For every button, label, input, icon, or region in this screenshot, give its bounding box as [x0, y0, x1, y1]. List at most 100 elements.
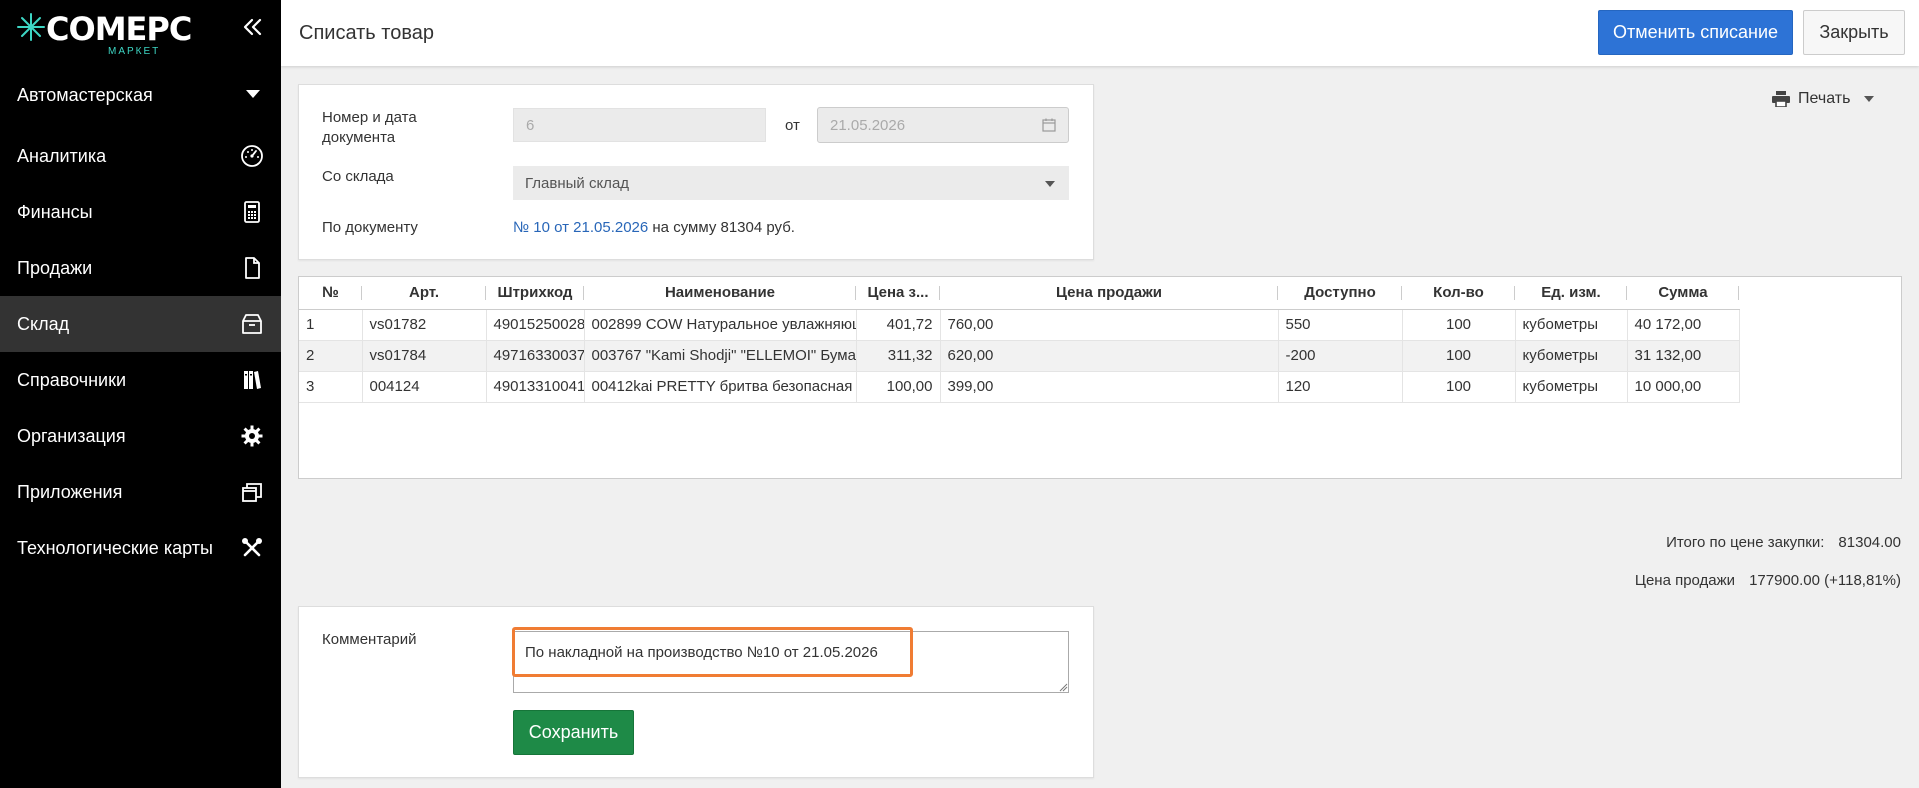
sidebar-item-label: Приложения: [17, 481, 123, 502]
table-row[interactable]: 1 vs01782 4901525002899 002899 COW Натур…: [299, 309, 1740, 341]
sidebar-item-label: Технологические карты: [17, 537, 213, 558]
sidebar-item-finance[interactable]: Финансы: [0, 184, 281, 240]
purchase-total-value: 81304.00: [1838, 534, 1901, 551]
column-header[interactable]: Арт.: [362, 277, 486, 310]
cell-barcode: 4901331004124: [486, 371, 585, 403]
cell-unit: кубометры: [1515, 340, 1628, 372]
cell-name: 002899 COW Натуральное увлажняющее: [584, 309, 857, 341]
table-row[interactable]: 3 004124 4901331004124 00412kai PRETTY б…: [299, 371, 1740, 403]
cell-available: -200: [1278, 340, 1403, 372]
books-icon: [244, 371, 261, 389]
column-header[interactable]: №: [299, 277, 362, 310]
collapse-sidebar-icon[interactable]: [240, 14, 266, 40]
warehouse-value: Главный склад: [525, 174, 630, 192]
sidebar-item-sales[interactable]: Продажи: [0, 240, 281, 296]
purchase-total: Итого по цене закупки: 81304.00: [1666, 534, 1901, 551]
cell-barcode: 4901525002899: [486, 309, 585, 341]
calculator-icon: [244, 201, 260, 223]
close-button[interactable]: Закрыть: [1803, 10, 1905, 55]
sidebar: COMEPC МАРКЕТ Автомастерская Аналитика Ф…: [0, 0, 281, 788]
resize-handle-icon[interactable]: [1058, 682, 1068, 692]
sidebar-item-warehouse[interactable]: Склад: [0, 296, 281, 352]
sidebar-item-label: Продажи: [17, 257, 93, 278]
column-header[interactable]: Штрихкод: [486, 277, 584, 310]
sidebar-item-label: Аналитика: [17, 145, 107, 166]
page-title: Списать товар: [299, 22, 434, 44]
sidebar-item-analytics[interactable]: Аналитика: [0, 128, 281, 184]
column-header[interactable]: Цена з...: [856, 277, 940, 310]
column-header[interactable]: Цена продажи: [940, 277, 1278, 310]
source-document-link[interactable]: № 10 от 21.05.2026: [513, 219, 648, 236]
cell-available: 120: [1278, 371, 1403, 403]
cell-article: vs01782: [362, 309, 487, 341]
chevron-down-icon: [1864, 96, 1875, 102]
tools-icon: [242, 538, 262, 557]
cell-quantity[interactable]: 100: [1402, 309, 1516, 341]
sidebar-item-label: Склад: [17, 313, 70, 334]
cell-number: 2: [299, 340, 363, 372]
cell-article: 004124: [362, 371, 487, 403]
by-document-text: № 10 от 21.05.2026 на сумму 81304 руб.: [513, 218, 795, 238]
cell-quantity[interactable]: 100: [1402, 340, 1516, 372]
cell-purchase-price: 100,00: [856, 371, 941, 403]
column-header[interactable]: Кол-во: [1402, 277, 1515, 310]
cell-quantity[interactable]: 100: [1402, 371, 1516, 403]
cell-number: 3: [299, 371, 363, 403]
column-header[interactable]: Ед. изм.: [1515, 277, 1627, 310]
column-header[interactable]: Наименование: [584, 277, 856, 310]
cell-article: vs01784: [362, 340, 487, 372]
sidebar-item-apps[interactable]: Приложения: [0, 464, 281, 520]
cell-available: 550: [1278, 309, 1403, 341]
column-header[interactable]: Доступно: [1278, 277, 1402, 310]
items-grid: № Арт. Штрихкод Наименование Цена з... Ц…: [299, 277, 1740, 403]
cell-number: 1: [299, 309, 363, 341]
logo-star-icon: [17, 13, 45, 41]
warehouse-select[interactable]: Главный склад: [513, 166, 1069, 200]
cell-name: 00412kai PRETTY бритва безопасная: [584, 371, 857, 403]
cell-name: 003767 "Kami Shodji" "ELLEMOI" Бумажные: [584, 340, 857, 372]
cell-purchase-price: 311,32: [856, 340, 941, 372]
top-bar: Списать товар Отменить списание Закрыть: [281, 0, 1919, 66]
table-row[interactable]: 2 vs01784 4971633003767 003767 "Kami Sho…: [299, 340, 1740, 372]
company-name: Автомастерская: [17, 84, 153, 105]
company-selector[interactable]: Автомастерская: [0, 72, 281, 118]
comment-label: Комментарий: [322, 631, 417, 648]
doc-number-label: Номер и дата документа: [322, 109, 417, 146]
box-icon: [242, 314, 262, 334]
cell-sale-price[interactable]: 620,00: [940, 340, 1279, 372]
sale-total-value: 177900.00 (+118,81%): [1749, 572, 1901, 589]
print-dropdown[interactable]: Печать: [1772, 90, 1875, 108]
gauge-icon: [241, 145, 263, 167]
date-from-label: от: [785, 117, 800, 134]
purchase-total-label: Итого по цене закупки:: [1666, 534, 1825, 551]
calendar-icon: [1042, 118, 1056, 132]
sale-total-label: Цена продажи: [1634, 572, 1736, 589]
logo-name: COMEPC: [46, 10, 192, 48]
doc-date-field[interactable]: 21.05.2026: [817, 107, 1069, 143]
cell-purchase-price: 401,72: [856, 309, 941, 341]
windows-icon: [242, 483, 262, 502]
sidebar-item-tech-cards[interactable]: Технологические карты: [0, 520, 281, 576]
print-label: Печать: [1798, 90, 1851, 107]
cell-unit: кубометры: [1515, 309, 1628, 341]
cell-sale-price[interactable]: 399,00: [940, 371, 1279, 403]
doc-date-value: 21.05.2026: [830, 116, 906, 134]
sidebar-item-references[interactable]: Справочники: [0, 352, 281, 408]
document-icon: [245, 257, 260, 279]
chevron-down-icon: [246, 90, 260, 98]
sidebar-nav: Аналитика Финансы Продажи Склад Справочн…: [0, 128, 281, 576]
table-header-row: № Арт. Штрихкод Наименование Цена з... Ц…: [299, 277, 1739, 310]
sidebar-item-organization[interactable]: Организация: [0, 408, 281, 464]
gear-icon: [241, 425, 263, 447]
cell-sum: 10 000,00: [1627, 371, 1740, 403]
column-header[interactable]: Сумма: [1627, 277, 1739, 310]
cell-sum: 40 172,00: [1627, 309, 1740, 341]
cell-sale-price[interactable]: 760,00: [940, 309, 1279, 341]
cell-unit: кубометры: [1515, 371, 1628, 403]
by-document-label: По документу: [322, 219, 418, 236]
logo-subtitle: МАРКЕТ: [108, 46, 161, 57]
cancel-writeoff-button[interactable]: Отменить списание: [1598, 10, 1793, 55]
cell-sum: 31 132,00: [1627, 340, 1740, 372]
save-button[interactable]: Сохранить: [513, 710, 634, 755]
doc-number-field[interactable]: 6: [513, 108, 766, 142]
